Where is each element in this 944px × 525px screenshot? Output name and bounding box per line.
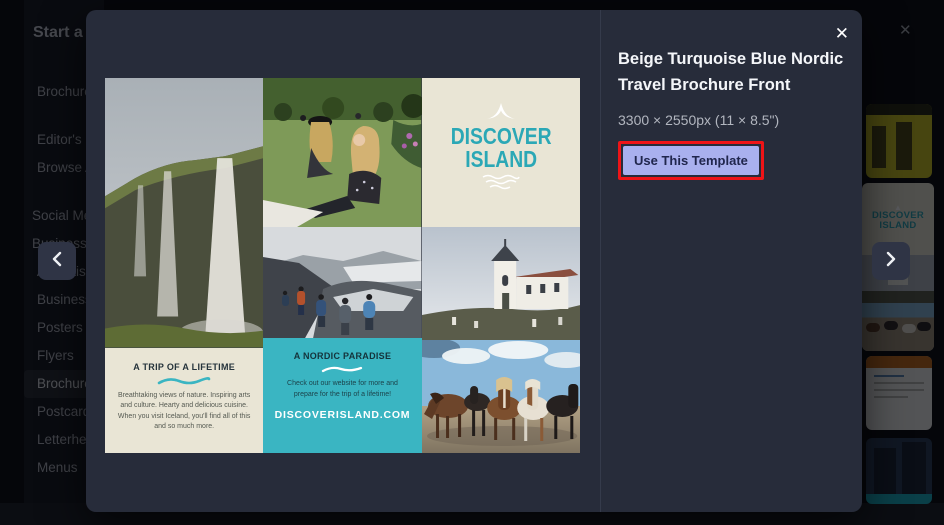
wave-divider-icon	[322, 366, 363, 373]
waterfall-photo	[105, 78, 264, 348]
template-preview-modal: ✕ A TRIP OF A LIFETIME Breathtaking view…	[86, 10, 862, 512]
brochure-left-column: A TRIP OF A LIFETIME Breathtaking views …	[105, 78, 264, 453]
chevron-right-icon	[884, 250, 898, 273]
brochure-logo-panel: DISCOVER ISLAND	[421, 78, 580, 227]
brochure-heading-trip: A TRIP OF A LIFETIME	[133, 361, 236, 372]
brochure-panel-trip: A TRIP OF A LIFETIME Breathtaking views …	[105, 347, 264, 453]
brochure-website: DISCOVERISLAND.COM	[274, 409, 411, 421]
next-template-button[interactable]	[872, 242, 910, 280]
brochure-heading-paradise: A NORDIC PARADISE	[293, 351, 392, 361]
template-dimensions: 3300 × 2550px (11 × 8.5")	[618, 111, 780, 128]
modal-close-icon[interactable]: ✕	[835, 25, 849, 42]
brochure-logo-line2: ISLAND	[464, 145, 537, 172]
chevron-left-icon	[50, 250, 64, 273]
glacier-hikers-photo	[263, 227, 422, 338]
brochure-logo-line1: DISCOVER	[450, 123, 552, 149]
template-info-panel: Beige Turquoise Blue Nordic Travel Broch…	[618, 46, 876, 180]
mountain-icon	[486, 103, 515, 119]
brochure-right-column: DISCOVER ISLAND	[421, 78, 580, 453]
brochure-body-trip: Breathtaking views of nature. Inspiring …	[117, 391, 251, 431]
picnic-people-photo	[263, 78, 422, 227]
use-this-template-button[interactable]: Use This Template	[623, 145, 759, 175]
previous-template-button[interactable]	[38, 242, 76, 280]
wave-divider-icon	[157, 376, 211, 384]
template-title: Beige Turquoise Blue Nordic Travel Broch…	[618, 50, 844, 95]
divider	[600, 10, 601, 512]
template-preview-image: A TRIP OF A LIFETIME Breathtaking views …	[105, 78, 580, 453]
brochure-middle-column: A NORDIC PARADISE Check out our website …	[263, 78, 422, 453]
annotation-box: Use This Template	[618, 140, 764, 180]
church-photo	[421, 227, 580, 340]
waves-icon	[482, 174, 520, 190]
brochure-panel-paradise: A NORDIC PARADISE Check out our website …	[263, 338, 422, 453]
horses-photo	[421, 340, 580, 453]
brochure-body-paradise: Check out our website for more and prepa…	[287, 380, 398, 398]
